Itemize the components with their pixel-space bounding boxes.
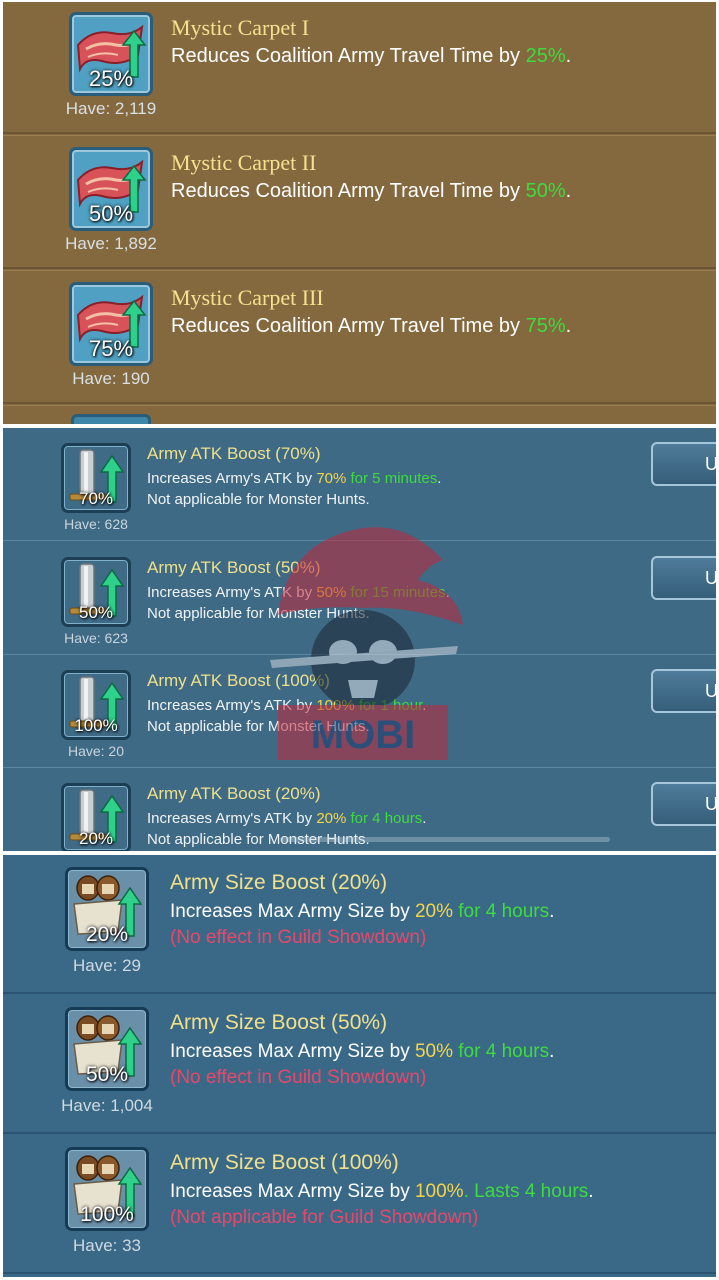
scrollbar[interactable]	[280, 837, 610, 842]
item-percent: 70%	[78, 489, 114, 508]
sword-up-icon: 20%	[61, 783, 131, 851]
item-title: Army Size Boost (50%)	[170, 1011, 388, 1034]
list-item[interactable]: 50% Have: 623 Army ATK Boost (50%) Incre…	[3, 542, 716, 655]
use-button[interactable]: U	[651, 782, 716, 826]
have-count: Have: 190	[72, 369, 150, 388]
flying-carpet-icon: 50%	[69, 147, 153, 231]
have-count: Have: 33	[72, 1236, 142, 1255]
soldiers-up-icon: 20%	[65, 867, 149, 951]
item-percent: 50%	[85, 1063, 129, 1086]
use-button[interactable]: U	[651, 442, 716, 486]
item-restriction: (Not applicable for Guild Showdown)	[170, 1207, 479, 1228]
item-title: Army ATK Boost (70%)	[147, 444, 321, 463]
list-item[interactable]: 50% Have: 1,892 Mystic Carpet II Reduces…	[3, 137, 716, 271]
item-description: Increases Max Army Size by 100%. Lasts 4…	[170, 1181, 594, 1202]
have-count: Have: 20	[67, 743, 125, 759]
army-atk-boost-panel: 70% Have: 628 Army ATK Boost (70%) Incre…	[3, 428, 716, 851]
list-item[interactable]: 20% Have: 29 Army Size Boost (20%) Incre…	[3, 855, 716, 994]
item-title: Army ATK Boost (100%)	[147, 671, 330, 690]
item-description: Reduces Coalition Army Travel Time by 50…	[171, 180, 572, 202]
have-count: Have: 29	[72, 956, 142, 975]
item-description: Increases Army's ATK by 70% for 5 minute…	[147, 470, 442, 487]
list-item[interactable]: 100% Have: 33 Army Size Boost (100%) Inc…	[3, 1135, 716, 1274]
item-percent: 50%	[78, 603, 114, 622]
item-percent: 20%	[85, 923, 129, 946]
item-title: Army ATK Boost (50%)	[147, 558, 321, 577]
mystic-carpet-panel: 25% Have: 2,119 Mystic Carpet I Reduces …	[3, 2, 716, 424]
flying-carpet-icon: 75%	[69, 282, 153, 366]
item-description: Increases Army's ATK by 50% for 15 minut…	[147, 584, 450, 601]
item-description: Reduces Coalition Army Travel Time by 25…	[171, 45, 572, 67]
item-description: Increases Max Army Size by 50% for 4 hou…	[170, 1041, 555, 1062]
list-item[interactable]: 70% Have: 628 Army ATK Boost (70%) Incre…	[3, 428, 716, 541]
list-item[interactable]: 100% Have: 20 Army ATK Boost (100%) Incr…	[3, 655, 716, 768]
item-restriction: (No effect in Guild Showdown)	[170, 1067, 427, 1088]
item-title: Army ATK Boost (20%)	[147, 784, 321, 803]
have-count: Have: 1,892	[65, 234, 157, 253]
use-button[interactable]: U	[651, 556, 716, 600]
item-percent: 20%	[78, 829, 114, 848]
list-item[interactable]: 25% Have: 2,119 Mystic Carpet I Reduces …	[3, 2, 716, 136]
have-count: Have: 623	[64, 630, 128, 646]
have-count: Have: 628	[64, 516, 128, 532]
item-description: Increases Max Army Size by 20% for 4 hou…	[170, 901, 555, 922]
item-percent: 100%	[80, 1203, 134, 1226]
item-title: Army Size Boost (100%)	[170, 1151, 399, 1174]
sword-up-icon: 70%	[61, 443, 131, 513]
item-percent: 100%	[74, 716, 118, 735]
next-item-icon-peek	[71, 414, 151, 424]
sword-up-icon: 50%	[61, 557, 131, 627]
army-size-boost-panel: 20% Have: 29 Army Size Boost (20%) Incre…	[3, 855, 716, 1277]
have-count: Have: 2,119	[65, 99, 157, 118]
have-count: Have: 1,004	[61, 1096, 153, 1115]
item-restriction: (No effect in Guild Showdown)	[170, 927, 427, 948]
flying-carpet-icon: 25%	[69, 12, 153, 96]
item-description: Reduces Coalition Army Travel Time by 75…	[171, 315, 572, 337]
item-percent: 75%	[88, 336, 134, 361]
list-item[interactable]: 75% Have: 190 Mystic Carpet III Reduces …	[3, 272, 716, 406]
list-item[interactable]: 50% Have: 1,004 Army Size Boost (50%) In…	[3, 995, 716, 1134]
item-percent: 25%	[88, 66, 134, 91]
item-restriction: Not applicable for Monster Hunts.	[147, 718, 370, 735]
item-title: Mystic Carpet III	[171, 285, 324, 310]
item-title: Mystic Carpet I	[171, 15, 310, 40]
soldiers-up-icon: 100%	[65, 1147, 149, 1231]
item-restriction: Not applicable for Monster Hunts.	[147, 491, 370, 508]
item-description: Increases Army's ATK by 100% for 1 hour.	[147, 697, 427, 714]
item-restriction: Not applicable for Monster Hunts.	[147, 605, 370, 622]
item-percent: 50%	[88, 201, 134, 226]
use-button[interactable]: U	[651, 669, 716, 713]
item-title: Army Size Boost (20%)	[170, 871, 388, 894]
sword-up-icon: 100%	[61, 670, 131, 740]
item-description: Increases Army's ATK by 20% for 4 hours.	[147, 810, 427, 827]
item-title: Mystic Carpet II	[171, 150, 317, 175]
soldiers-up-icon: 50%	[65, 1007, 149, 1091]
